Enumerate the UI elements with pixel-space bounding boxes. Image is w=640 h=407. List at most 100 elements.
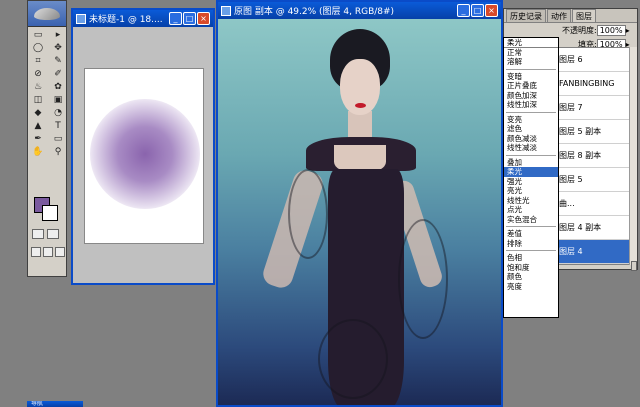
full-screen-button[interactable] [55,247,65,257]
tool-6-icon[interactable]: ⊘ [30,69,46,80]
close-button[interactable]: × [485,4,498,17]
tab-actions[interactable]: 动作 [547,9,571,22]
main-document-window: 原图 副本 @ 49.2% (图层 4, RGB/8#) _ □ × [216,0,503,407]
tool-8-icon[interactable]: ♨ [30,82,46,93]
blend-mode-option[interactable]: 色相 [504,253,558,263]
untitled-document-window: 未标题-1 @ 18.... _ □ × [71,8,215,285]
layer-list-scrollbar[interactable] [629,47,637,265]
blend-mode-option[interactable]: 变亮 [504,115,558,125]
blend-mode-option[interactable]: 正常 [504,48,558,58]
minimize-button[interactable]: _ [457,4,470,17]
main-window-titlebar[interactable]: 原图 副本 @ 49.2% (图层 4, RGB/8#) _ □ × [218,2,501,19]
blend-mode-options: 正常 溶解变暗 正片叠底 颜色加深 线性加深变亮 滤色 颜色减淡 线性减淡叠加 柔光 强光 亮光 线性… [504,48,558,292]
tab-history[interactable]: 历史记录 [506,9,546,22]
screen-mode-row [31,247,65,257]
close-button[interactable]: × [197,12,210,25]
layer-row[interactable]: 图层 5 [555,168,635,192]
tool-5-icon[interactable]: ✎ [50,56,66,67]
tab-layers[interactable]: 图层 [572,9,596,22]
tool-7-icon[interactable]: ✐ [50,69,66,80]
standard-screen-button[interactable] [31,247,41,257]
blend-mode-option[interactable]: 排除 [504,239,558,249]
opacity-row: 不透明度: 100% ▸ [504,23,637,37]
navigator-palette-minimized[interactable]: 导航 [27,401,83,407]
smoke-swirl [318,319,388,399]
full-screen-menu-button[interactable] [43,247,53,257]
maximize-button[interactable]: □ [183,12,196,25]
tool-3-icon[interactable]: ✥ [50,43,66,54]
untitled-window-title: 未标题-1 @ 18.... [89,15,163,25]
blend-mode-option[interactable]: 亮光 [504,186,558,196]
blend-mode-option[interactable]: 滤色 [504,124,558,134]
tool-1-icon[interactable]: ▸ [50,30,66,41]
blend-mode-option[interactable]: 叠加 [504,158,558,168]
blend-mode-option[interactable]: 差值 [504,229,558,239]
blend-mode-option[interactable]: 变暗 [504,72,558,82]
blend-mode-option[interactable]: 线性光 [504,196,558,206]
blend-mode-option[interactable]: 点光 [504,205,558,215]
chevron-down-icon[interactable]: ▸ [626,26,630,35]
layer-name: FANBINGBING [559,79,615,88]
menu-separator [506,154,556,156]
layer-row[interactable]: 图层 4 副本 [555,216,635,240]
layer-row[interactable]: 图层 6 [555,48,635,72]
tools-palette-header[interactable] [28,1,66,27]
tool-4-icon[interactable]: ⌗ [30,56,46,67]
blend-mode-option[interactable]: 溶解 [504,57,558,67]
standard-mode-button[interactable] [32,229,44,239]
blend-mode-option[interactable]: 颜色减淡 [504,134,558,144]
blend-mode-option[interactable]: 强光 [504,177,558,187]
layer-name: 图层 5 副本 [559,127,602,136]
palette-tabs: 历史记录 动作 图层 [504,9,637,23]
tool-grid: ▭ ▸ ◯ ✥ ⌗ ✎ ⊘ ✐ ♨ ✿ ◫ ▣ ◆ ◔ ▲ T ✒ ▭ ✋ ⚲ [28,27,66,161]
main-canvas-photo[interactable] [218,19,501,405]
tool-10-icon[interactable]: ◫ [30,95,46,106]
minimize-button[interactable]: _ [169,12,182,25]
layer-row[interactable]: 曲... [555,192,635,216]
background-color-swatch[interactable] [42,205,58,221]
tool-17-icon[interactable]: ▭ [50,134,66,145]
layer-name: 图层 4 [559,247,583,256]
blend-mode-option[interactable]: 颜色 [504,272,558,282]
maximize-button[interactable]: □ [471,4,484,17]
tool-14-icon[interactable]: ▲ [30,121,46,132]
photo-lips [355,103,366,108]
tool-9-icon[interactable]: ✿ [50,82,66,93]
layer-row[interactable]: 图层 8 副本 [555,144,635,168]
tool-13-icon[interactable]: ◔ [50,108,66,119]
tool-15-icon[interactable]: T [50,121,66,132]
tool-0-icon[interactable]: ▭ [30,30,46,41]
layer-name: 图层 7 [559,103,583,112]
layer-name: 图层 8 副本 [559,151,602,160]
layer-row[interactable]: 图层 4 [555,240,635,264]
document-icon [76,13,86,24]
tool-16-icon[interactable]: ✒ [30,134,46,145]
tool-11-icon[interactable]: ▣ [50,95,66,106]
blend-mode-option[interactable]: 线性加深 [504,100,558,110]
photoshop-feather-icon [34,7,60,20]
blend-mode-option[interactable]: 颜色加深 [504,91,558,101]
opacity-input[interactable]: 100% [596,24,626,36]
tool-18-icon[interactable]: ✋ [30,147,46,158]
layer-name: 图层 4 副本 [559,223,602,232]
palette-arrow-icon[interactable] [631,261,637,271]
tool-2-icon[interactable]: ◯ [30,43,46,54]
blend-mode-option[interactable]: 线性减淡 [504,143,558,153]
blend-mode-option[interactable]: 亮度 [504,282,558,292]
untitled-window-titlebar[interactable]: 未标题-1 @ 18.... _ □ × [73,10,213,27]
layer-row[interactable]: 图层 7 [555,96,635,120]
blend-mode-option[interactable]: 饱和度 [504,263,558,273]
tool-12-icon[interactable]: ◆ [30,108,46,119]
layer-row[interactable]: FANBINGBING [555,72,635,96]
blend-mode-current[interactable]: 柔光 [504,38,558,48]
blend-mode-dropdown[interactable]: 柔光 正常 溶解 变暗 正片叠底 颜色加深 线性加深 变亮 滤色 颜色减淡 线性减淡 叠加 柔光 强光亮… [503,37,559,318]
layer-row[interactable]: 图层 5 副本 [555,120,635,144]
blend-mode-option[interactable]: 柔光 [504,167,558,177]
quick-mask-button[interactable] [47,229,59,239]
untitled-canvas[interactable] [84,68,204,244]
menu-separator [506,226,556,227]
blend-mode-option[interactable]: 正片叠底 [504,81,558,91]
tool-19-icon[interactable]: ⚲ [50,147,66,158]
layer-name: 图层 6 [559,55,583,64]
blend-mode-option[interactable]: 实色混合 [504,215,558,225]
